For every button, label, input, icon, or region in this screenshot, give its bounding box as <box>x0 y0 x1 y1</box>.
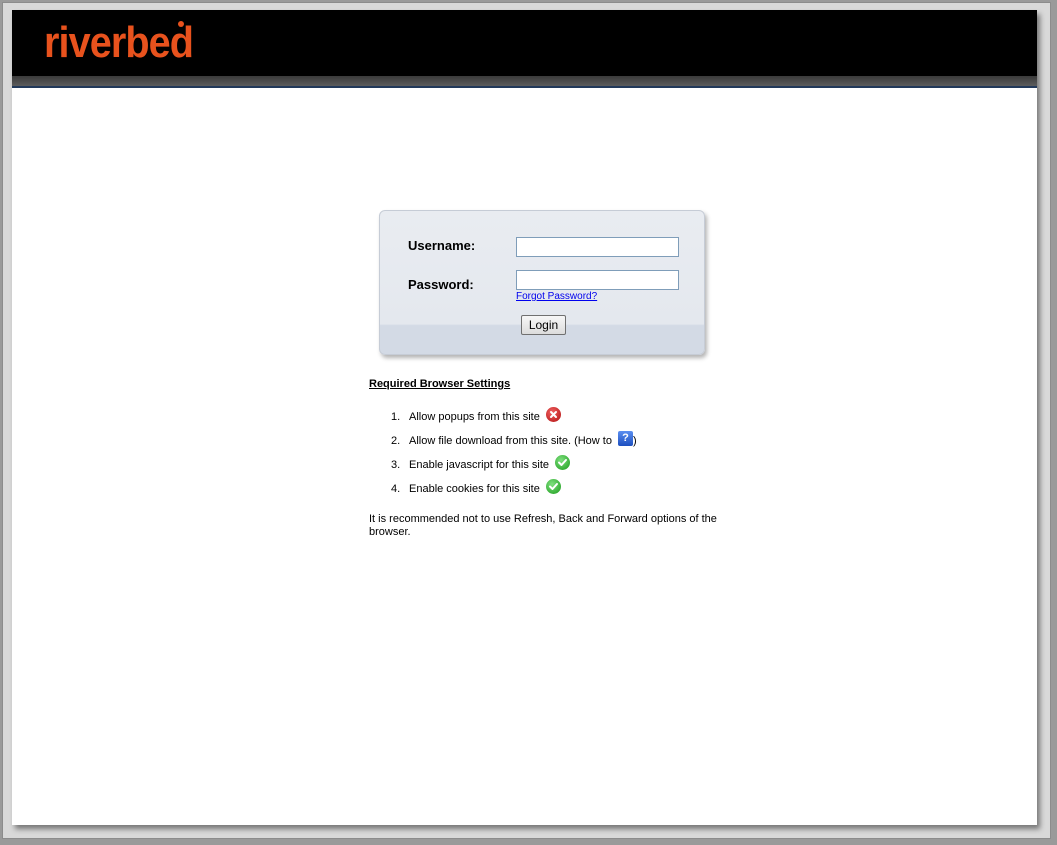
help-icon[interactable]: ? <box>617 431 633 446</box>
settings-list: 1. Allow popups from this site 2. Allow … <box>369 407 729 507</box>
error-icon <box>545 407 561 422</box>
item-text: Enable javascript for this site <box>409 459 550 471</box>
username-label: Username: <box>408 238 476 253</box>
header-band <box>12 76 1037 86</box>
login-panel: Username: Password: Forgot Password? Log… <box>379 210 705 355</box>
header-bar: riverbed <box>12 10 1037 76</box>
item-number: 1. <box>391 411 401 423</box>
settings-title: Required Browser Settings <box>369 378 511 390</box>
outer-frame: riverbed Username: Password: Forgot Pass… <box>2 2 1051 839</box>
item-text: Allow popups from this site <box>409 411 540 423</box>
item-number: 2. <box>391 435 401 447</box>
item-suffix: ) <box>632 435 637 447</box>
list-item: 1. Allow popups from this site <box>391 407 729 435</box>
item-number: 4. <box>391 483 401 495</box>
password-input[interactable] <box>516 270 679 290</box>
item-text: Allow file download from this site. (How… <box>409 435 612 447</box>
forgot-password-link[interactable]: Forgot Password? <box>516 291 597 302</box>
trademark-mark <box>178 21 184 27</box>
header-divider <box>12 86 1037 88</box>
username-input[interactable] <box>516 237 679 257</box>
check-icon <box>555 455 571 470</box>
password-label: Password: <box>408 277 474 292</box>
recommendation-note: It is recommended not to use Refresh, Ba… <box>369 513 717 538</box>
item-text: Enable cookies for this site <box>409 483 540 495</box>
browser-settings: Required Browser Settings 1. Allow popup… <box>369 378 729 539</box>
riverbed-logo: riverbed <box>44 18 194 67</box>
login-button[interactable]: Login <box>521 315 566 335</box>
check-icon <box>545 479 561 494</box>
browser-window: riverbed Username: Password: Forgot Pass… <box>12 10 1037 825</box>
list-item: 4. Enable cookies for this site <box>391 479 729 507</box>
item-number: 3. <box>391 459 401 471</box>
